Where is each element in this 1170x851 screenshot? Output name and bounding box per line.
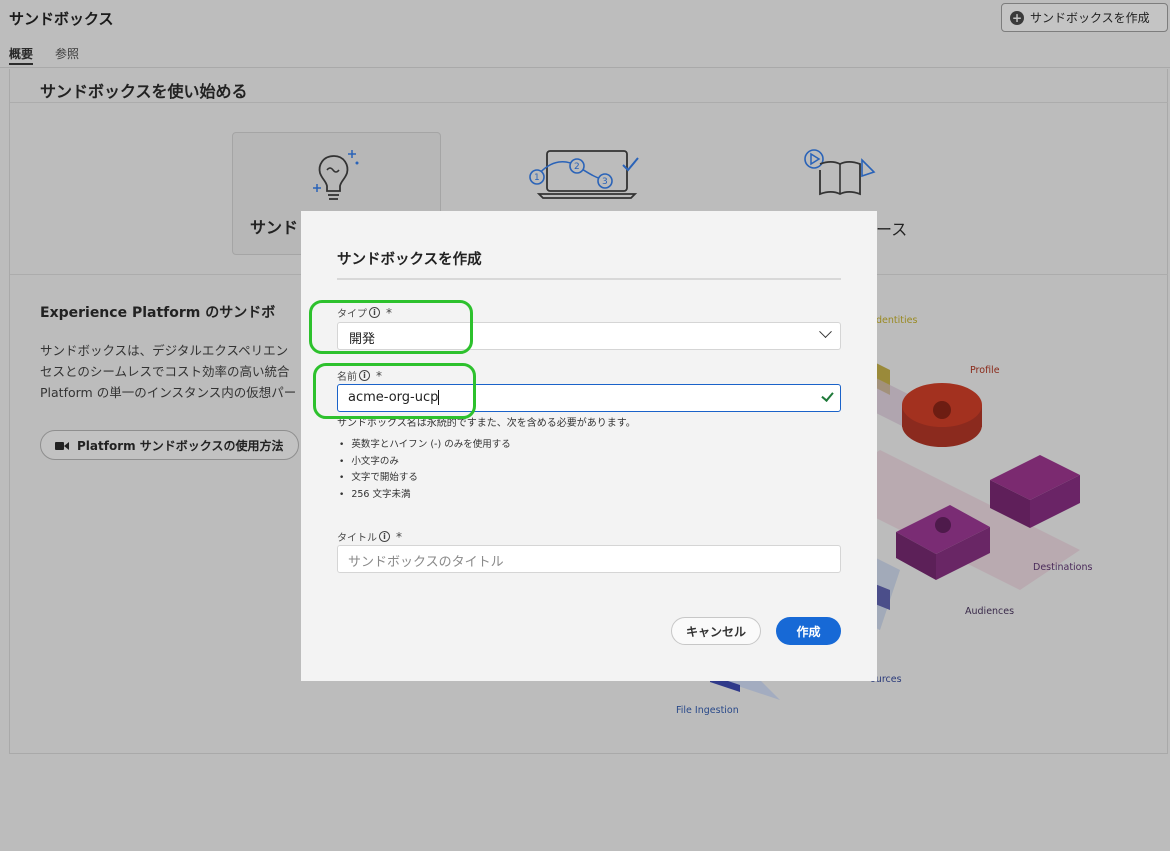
diagram-label-profile: Profile <box>970 365 1000 376</box>
svg-text:1: 1 <box>534 173 540 183</box>
svg-text:3: 3 <box>602 177 608 187</box>
page-header <box>0 0 1170 68</box>
title-input[interactable]: サンドボックスのタイトル <box>337 545 841 573</box>
title-input-placeholder: サンドボックスのタイトル <box>348 555 504 570</box>
diagram-label-destinations: Destinations <box>1033 562 1093 573</box>
chevron-down-icon <box>819 325 832 339</box>
video-camera-icon <box>55 440 69 450</box>
description-line: サンドボックスは、デジタルエクスペリエン <box>40 343 289 358</box>
add-icon: + <box>1010 10 1024 25</box>
title-field-label: タイトル i * <box>337 529 402 545</box>
highlight-name-field <box>313 363 476 419</box>
checkmark-icon <box>821 389 834 402</box>
dialog-divider <box>337 278 841 280</box>
title-label-text: タイトル <box>337 533 377 544</box>
create-button[interactable]: 作成 <box>776 617 841 645</box>
howto-video-label: Platform サンドボックスの使用方法 <box>77 438 284 453</box>
name-rules-list: 英数字とハイフン (-) のみを使用する 小文字のみ 文字で開始する 256 文… <box>339 436 511 503</box>
laptop-steps-icon: 1 2 3 <box>527 148 647 204</box>
list-item: 英数字とハイフン (-) のみを使用する <box>339 436 510 453</box>
diagram-label-file-ingestion: File Ingestion <box>676 705 739 716</box>
description-line: Platform の単一のインスタンス内の仮想パー <box>40 385 297 400</box>
create-sandbox-button[interactable]: + サンドボックスを作成 <box>1001 3 1168 32</box>
list-item: 256 文字未満 <box>339 486 511 503</box>
diagram-label-audiences: Audiences <box>965 606 1015 617</box>
section-divider <box>10 102 1168 103</box>
diagram-label-identities: dentities <box>876 315 918 326</box>
tab-browse[interactable]: 参照 <box>55 45 79 62</box>
create-sandbox-label: サンドボックスを作成 <box>1030 11 1150 25</box>
getting-started-title: サンドボックスを使い始める <box>40 82 248 101</box>
about-sandboxes-title: Experience Platform のサンドボ <box>40 305 276 321</box>
lightbulb-icon <box>310 148 362 207</box>
card-label-sandbox: サンド <box>250 218 299 237</box>
card-label-resources: ース <box>876 220 908 239</box>
description-line: セスとのシームレスでコスト効率の高い統合 <box>40 364 290 379</box>
cancel-button[interactable]: キャンセル <box>671 617 761 645</box>
svg-text:2: 2 <box>574 162 580 172</box>
highlight-type-field <box>309 300 473 354</box>
page-title: サンドボックス <box>9 10 114 28</box>
dialog-title: サンドボックスを作成 <box>337 252 482 268</box>
about-description: サンドボックスは、デジタルエクスペリエン セスとのシームレスでコスト効率の高い統合… <box>40 340 296 403</box>
tab-overview[interactable]: 概要 <box>9 45 34 65</box>
list-item: 文字で開始する <box>339 469 511 486</box>
book-play-icon <box>800 148 880 204</box>
required-mark: * <box>396 529 402 544</box>
create-sandbox-dialog: サンドボックスを作成 タイプ i * 開発 名前 i * acme-org-uc… <box>301 211 877 681</box>
info-icon[interactable]: i <box>379 531 390 542</box>
list-item: 小文字のみ <box>339 453 511 470</box>
howto-video-button[interactable]: Platform サンドボックスの使用方法 <box>40 430 299 460</box>
